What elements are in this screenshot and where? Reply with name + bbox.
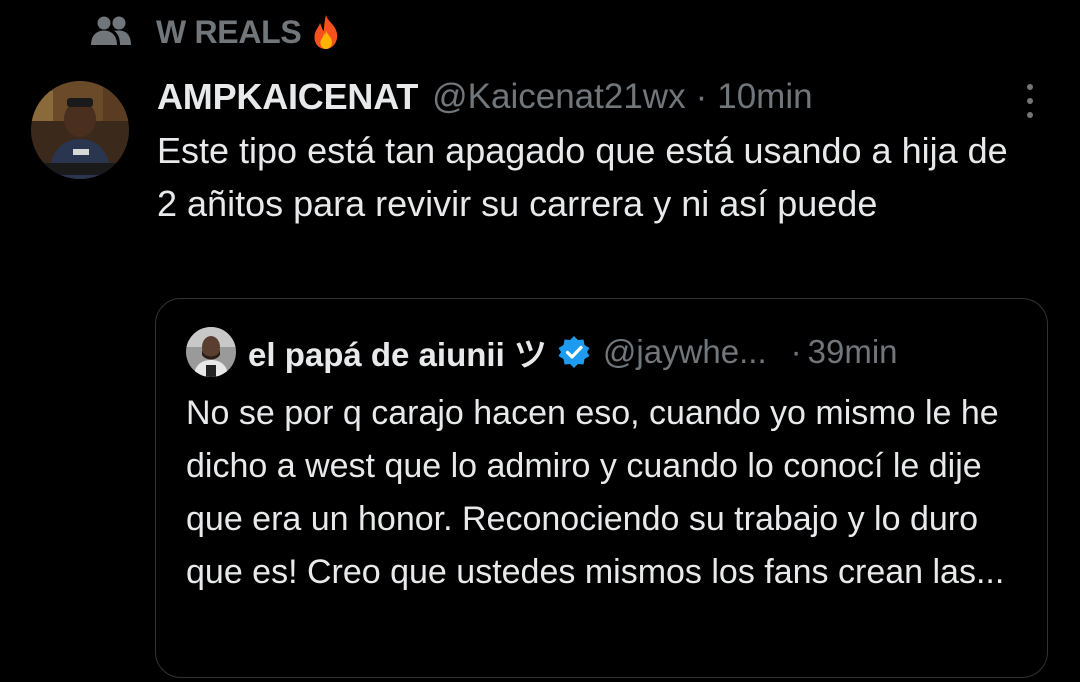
more-dot-icon	[1027, 98, 1033, 104]
more-dot-icon	[1027, 112, 1033, 118]
author-handle[interactable]: @Kaicenat21wx	[432, 77, 685, 117]
community-context[interactable]: W REALS	[90, 10, 341, 54]
quoted-author-avatar[interactable]	[186, 327, 236, 377]
verified-badge-icon	[558, 336, 590, 368]
tweet-text: Este tipo está tan apagado que está usan…	[157, 130, 1008, 224]
fire-emoji-icon	[314, 15, 338, 49]
quoted-avatar-image	[186, 327, 236, 377]
author-avatar-image	[31, 81, 129, 179]
separator-dot: ·	[695, 77, 708, 116]
quoted-author-handle[interactable]: @jaywhe...	[603, 333, 767, 371]
quoted-tweet-text: No se por q carajo hacen eso, cuando yo …	[186, 394, 1005, 591]
author-display-name[interactable]: AMPKAICENAT	[157, 76, 418, 118]
quoted-tweet-timestamp[interactable]: 39min	[808, 333, 898, 371]
quoted-separator-dot: ·	[790, 333, 802, 370]
author-avatar[interactable]	[31, 81, 129, 179]
more-options-button[interactable]	[1016, 84, 1044, 118]
quoted-author-display-name[interactable]: el papá de aiunii ツ	[248, 328, 547, 376]
tweet-header: AMPKAICENAT @Kaicenat21wx · 10min	[157, 72, 813, 122]
tweet-timestamp[interactable]: 10min	[717, 77, 812, 117]
community-name[interactable]: W REALS	[156, 14, 302, 51]
quoted-tweet-header: el papá de aiunii ツ @jaywhe... · 39min	[248, 327, 898, 377]
more-dot-icon	[1027, 84, 1033, 90]
community-icon	[91, 16, 131, 45]
quoted-tweet-card[interactable]: el papá de aiunii ツ @jaywhe... · 39min N…	[155, 298, 1048, 678]
